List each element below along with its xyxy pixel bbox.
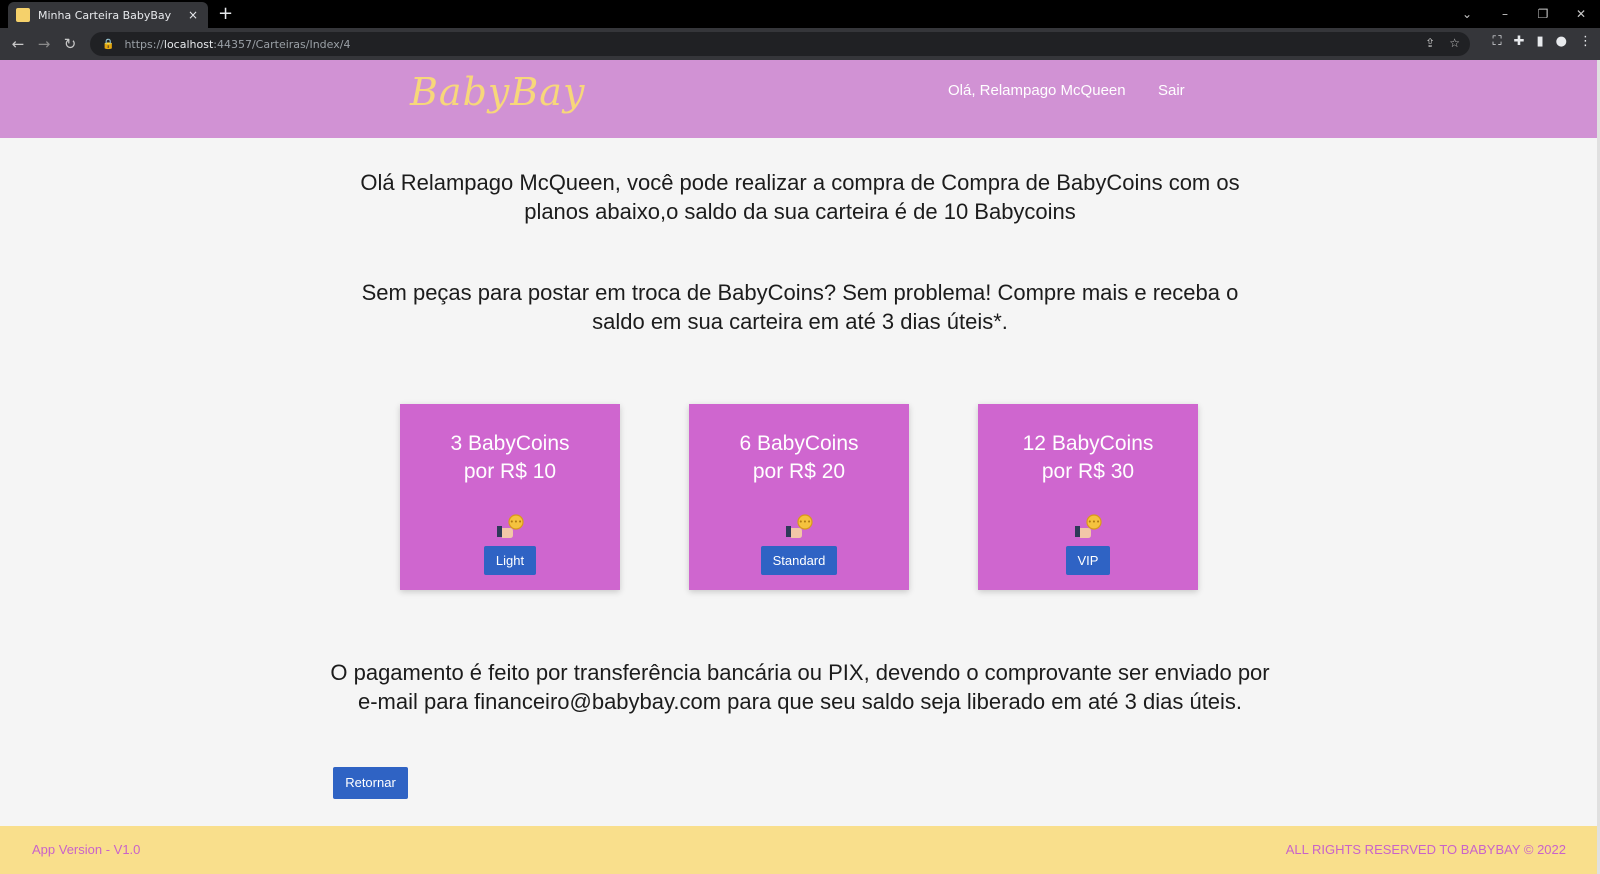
- user-greeting-link[interactable]: Olá, Relampago McQueen: [948, 82, 1126, 99]
- browser-toolbar: ← → ↻ 🔒 https://localhost:44357/Carteira…: [0, 28, 1600, 60]
- forward-icon[interactable]: →: [34, 34, 54, 54]
- wallet-subheadline: Sem peças para postar em troca de BabyCo…: [361, 280, 1239, 334]
- browser-tab[interactable]: Minha Carteira BabyBay ×: [8, 2, 208, 28]
- plan-vip-button[interactable]: VIP: [1065, 546, 1111, 575]
- omnibox-actions: ⇪ ☆: [1425, 36, 1460, 50]
- plan-standard-button[interactable]: Standard: [760, 546, 838, 575]
- plan-title: 6 BabyCoins por R$ 20: [739, 432, 859, 483]
- profile-icon[interactable]: ●: [1556, 34, 1567, 49]
- favicon-icon: [16, 8, 30, 22]
- plan-card-light: 3 BabyCoins por R$ 10 ••• Light: [400, 404, 620, 590]
- svg-text:•••: •••: [1088, 518, 1100, 526]
- web-page: BabyBay Olá, Relampago McQueen Sair Olá …: [0, 60, 1600, 874]
- plan-card-standard: 6 BabyCoins por R$ 20 ••• Standard: [689, 404, 909, 590]
- coin-hand-icon: •••: [978, 512, 1198, 544]
- share-icon[interactable]: ⇪: [1425, 36, 1435, 50]
- window-controls: ⌄ – ❐ ✕: [1448, 0, 1600, 28]
- payment-instructions: O pagamento é feito por transferência ba…: [330, 660, 1270, 714]
- logout-link[interactable]: Sair: [1158, 82, 1185, 99]
- screenshot-icon[interactable]: ⛶: [1492, 34, 1501, 49]
- extensions-puzzle-icon[interactable]: ✚: [1514, 34, 1525, 49]
- svg-text:•••: •••: [510, 518, 522, 526]
- new-tab-button[interactable]: +: [218, 4, 233, 24]
- coin-hand-icon: •••: [400, 512, 620, 544]
- menu-dots-icon[interactable]: ⋮: [1579, 34, 1592, 49]
- close-window-icon[interactable]: ✕: [1562, 7, 1600, 21]
- brand-logo[interactable]: BabyBay: [410, 70, 585, 114]
- site-footer: App Version - V1.0 ALL RIGHTS RESERVED T…: [0, 826, 1600, 874]
- browser-tab-bar: Minha Carteira BabyBay × + ⌄ – ❐ ✕: [0, 0, 1600, 28]
- lock-icon: 🔒: [102, 38, 115, 50]
- app-version: App Version - V1.0: [32, 842, 141, 857]
- extension-icons: ⛶ ✚ ▮ ● ⋮: [1492, 34, 1592, 49]
- wallet-headline: Olá Relampago McQueen, você pode realiza…: [360, 170, 1240, 224]
- plan-title: 3 BabyCoins por R$ 10: [450, 432, 570, 483]
- tab-title: Minha Carteira BabyBay: [38, 8, 172, 22]
- site-navbar: BabyBay Olá, Relampago McQueen Sair: [0, 60, 1600, 138]
- tab-search-icon[interactable]: ⌄: [1448, 7, 1486, 21]
- close-tab-icon[interactable]: ×: [186, 8, 200, 22]
- plan-card-vip: 12 BabyCoins por R$ 30 ••• VIP: [978, 404, 1198, 590]
- bookmark-star-icon[interactable]: ☆: [1449, 36, 1460, 50]
- address-bar[interactable]: 🔒 https://localhost:44357/Carteiras/Inde…: [90, 32, 1470, 56]
- back-icon[interactable]: ←: [8, 34, 28, 54]
- svg-text:•••: •••: [799, 518, 811, 526]
- return-button[interactable]: Retornar: [333, 767, 408, 799]
- restore-icon[interactable]: ❐: [1524, 7, 1562, 21]
- side-panel-icon[interactable]: ▮: [1537, 34, 1544, 49]
- coin-hand-icon: •••: [689, 512, 909, 544]
- copyright-text: ALL RIGHTS RESERVED TO BABYBAY © 2022: [1285, 842, 1566, 857]
- url-text: https://localhost:44357/Carteiras/Index/…: [124, 37, 351, 51]
- minimize-icon[interactable]: –: [1486, 7, 1524, 21]
- plan-title: 12 BabyCoins por R$ 30: [1022, 432, 1154, 483]
- reload-icon[interactable]: ↻: [60, 34, 80, 54]
- plan-light-button[interactable]: Light: [483, 546, 537, 575]
